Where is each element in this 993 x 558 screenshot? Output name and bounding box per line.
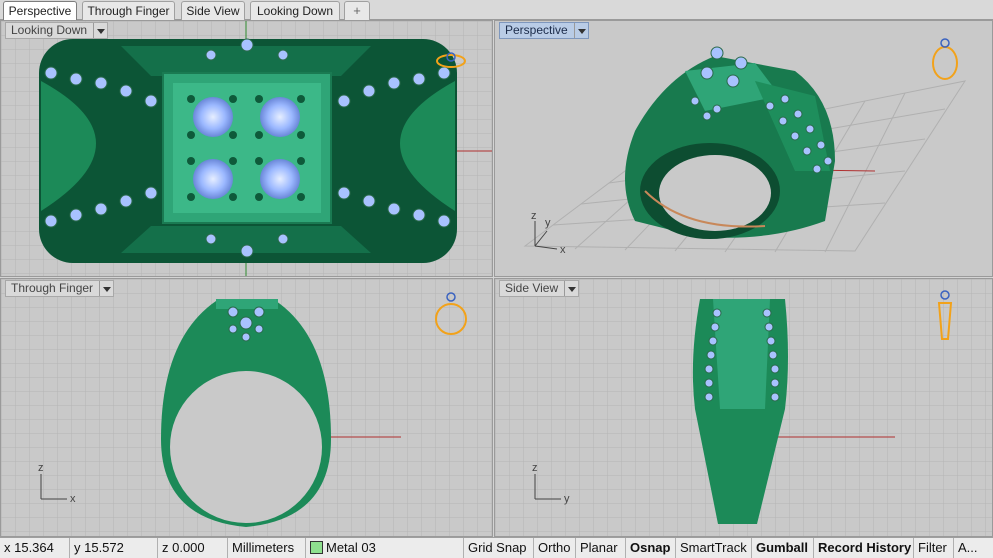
filter-button[interactable]: Filter	[914, 538, 954, 558]
viewport-label-side-view[interactable]: Side View	[499, 280, 580, 297]
axis-z-label: z	[531, 210, 537, 222]
smarttrack-button[interactable]: SmartTrack	[676, 538, 752, 558]
tab-looking-down[interactable]: Looking Down	[250, 1, 340, 20]
viewport-tab-bar: Perspective Through Finger Side View Loo…	[0, 0, 993, 20]
tab-side-view[interactable]: Side View	[181, 1, 245, 20]
coord-y: y 15.572	[70, 538, 158, 558]
viewport-side-view[interactable]: z y Side View	[494, 278, 993, 537]
units-display[interactable]: Millimeters	[228, 538, 306, 558]
chevron-down-icon[interactable]	[573, 23, 588, 38]
ortho-button[interactable]: Ortho	[534, 538, 576, 558]
side-view-canvas: z y	[495, 279, 992, 536]
viewport-label-through-finger[interactable]: Through Finger	[5, 280, 115, 297]
chevron-down-icon[interactable]	[99, 281, 113, 296]
viewport-through-finger[interactable]: z x Through Finger	[0, 278, 493, 537]
axis-z-label: z	[532, 462, 538, 474]
planar-button[interactable]: Planar	[576, 538, 626, 558]
gem-icon	[260, 159, 300, 199]
viewport-label-perspective[interactable]: Perspective	[499, 22, 589, 39]
layer-color-swatch	[310, 541, 323, 554]
coord-z: z 0.000	[158, 538, 228, 558]
axis-y-label: y	[564, 493, 570, 505]
more-status-button[interactable]: A...	[954, 538, 993, 558]
gem-icon	[193, 97, 233, 137]
axis-x-label: x	[560, 244, 566, 256]
record-history-button[interactable]: Record History	[814, 538, 914, 558]
viewport-looking-down[interactable]: Looking Down	[0, 20, 493, 277]
tab-perspective[interactable]: Perspective	[3, 1, 77, 20]
through-finger-canvas: z x	[1, 279, 492, 536]
chevron-down-icon[interactable]	[564, 281, 578, 296]
gumball-button[interactable]: Gumball	[752, 538, 814, 558]
viewport-label-looking-down[interactable]: Looking Down	[5, 22, 109, 39]
perspective-canvas: z y x	[495, 21, 992, 276]
axis-x-label: x	[70, 493, 76, 505]
coord-x: x 15.364	[0, 538, 70, 558]
chevron-down-icon[interactable]	[93, 23, 107, 38]
looking-down-canvas	[1, 21, 492, 276]
ring-top-view[interactable]	[39, 39, 457, 263]
layer-name: Metal 03	[326, 540, 376, 555]
add-tab-button[interactable]: +	[344, 1, 370, 20]
viewport-perspective[interactable]: z y x Perspective	[494, 20, 993, 277]
plus-icon: +	[353, 3, 361, 18]
grid-snap-button[interactable]: Grid Snap	[464, 538, 534, 558]
current-layer[interactable]: Metal 03	[306, 538, 464, 558]
axis-z-label: z	[38, 462, 44, 474]
gem-icon	[260, 97, 300, 137]
osnap-button[interactable]: Osnap	[626, 538, 676, 558]
tab-through-finger[interactable]: Through Finger	[82, 1, 175, 20]
gem-icon	[193, 159, 233, 199]
status-bar: x 15.364 y 15.572 z 0.000 Millimeters Me…	[0, 537, 993, 558]
axis-y-label: y	[545, 217, 551, 229]
